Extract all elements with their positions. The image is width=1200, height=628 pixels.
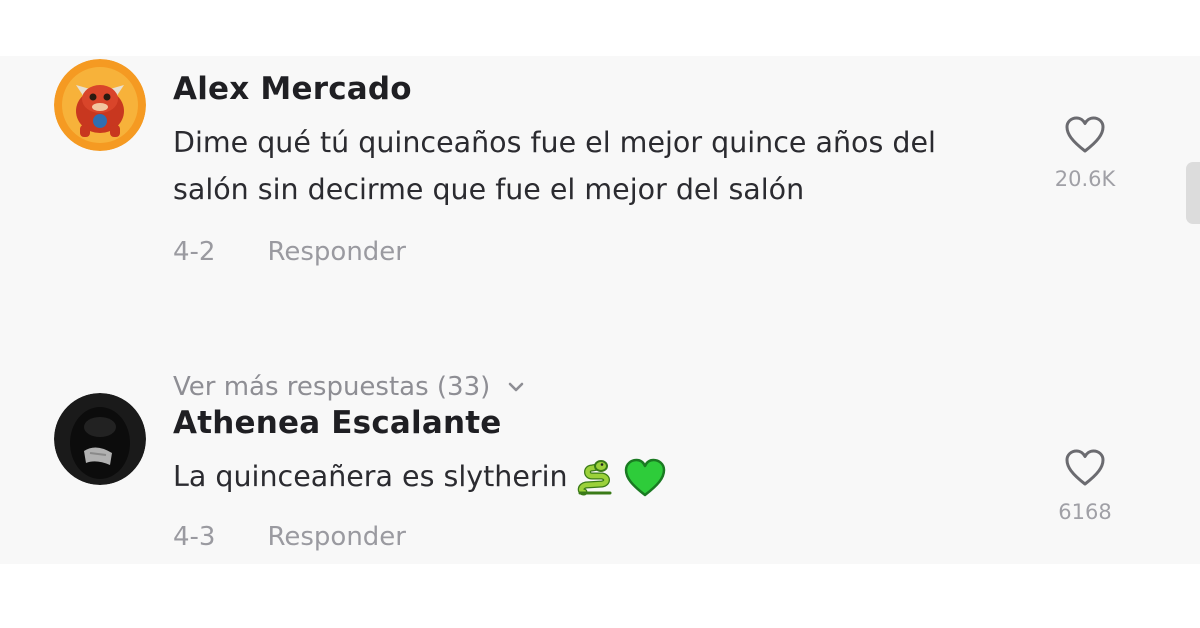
avatar-image (54, 59, 146, 151)
view-more-replies-label: Ver más respuestas (33) (173, 372, 491, 402)
green-heart-icon (624, 458, 665, 497)
comment-text-line: Dime qué tú quinceaños fue el mejor quin… (173, 126, 936, 159)
comment-meta: 4-2 Responder (173, 237, 406, 267)
snake-icon (577, 460, 612, 496)
comment-username[interactable]: Athenea Escalante (173, 405, 502, 441)
comment-text: La quinceañera es slytherin (173, 453, 1023, 500)
view-more-replies-button[interactable]: Ver más respuestas (33) (173, 372, 526, 402)
comment-meta: 4-3 Responder (173, 522, 406, 552)
like-button[interactable]: 6168 (1045, 448, 1125, 524)
comment-date: 4-2 (173, 237, 216, 267)
reply-button[interactable]: Responder (267, 522, 406, 552)
comment-text-content: La quinceañera es slytherin (173, 460, 568, 493)
comment-date: 4-3 (173, 522, 216, 552)
avatar-alex-mercado[interactable] (54, 59, 146, 151)
comments-panel: Alex Mercado Dime qué tú quinceaños fue … (0, 56, 1200, 564)
comment-text-line: La quinceañera es slytherin (173, 453, 1023, 500)
comment-text: Dime qué tú quinceaños fue el mejor quin… (173, 119, 1023, 213)
scrollbar-thumb[interactable] (1186, 162, 1200, 224)
heart-icon (1065, 116, 1105, 153)
chevron-down-icon (508, 382, 524, 392)
heart-icon (1065, 449, 1105, 486)
like-button[interactable]: 20.6K (1045, 115, 1125, 191)
avatar-athenea-escalante[interactable] (54, 393, 146, 485)
like-count: 6168 (1058, 500, 1112, 524)
comment-text-line: salón sin decirme que fue el mejor del s… (173, 173, 805, 206)
avatar-image (54, 393, 146, 485)
comment-username[interactable]: Alex Mercado (173, 71, 412, 107)
like-count: 20.6K (1054, 167, 1116, 191)
reply-button[interactable]: Responder (267, 237, 406, 267)
